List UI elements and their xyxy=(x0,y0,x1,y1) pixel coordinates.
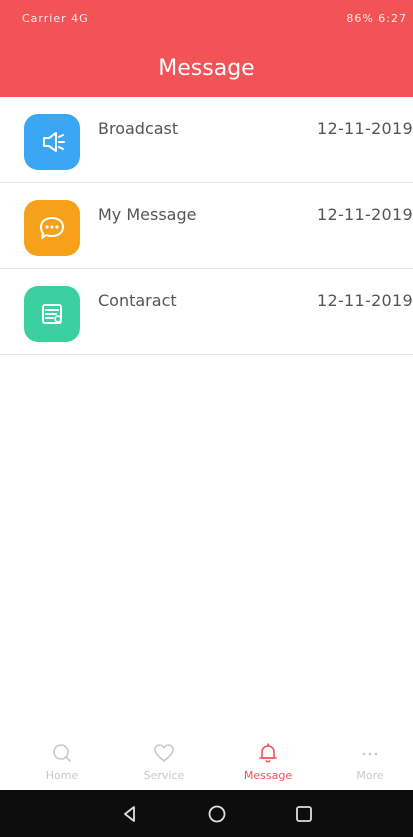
tab-message-label: Message xyxy=(243,769,293,782)
bell-icon xyxy=(259,743,277,763)
search-icon xyxy=(53,744,71,762)
list-item-date: 12-11-2019 xyxy=(317,205,413,224)
list-item-date: 12-11-2019 xyxy=(317,291,413,310)
recent-apps-icon[interactable] xyxy=(292,802,316,826)
system-nav-bar xyxy=(0,790,413,837)
list-item-label: Contaract xyxy=(98,291,177,310)
list-item-label: My Message xyxy=(98,205,197,224)
chat-bubble-icon xyxy=(24,200,80,256)
page-title: Message xyxy=(158,56,255,81)
list-item-my-message[interactable]: My Message 12-11-2019 xyxy=(0,183,413,269)
status-bar: Carrier 4G 86% 6:27 xyxy=(0,0,413,40)
tab-home-label: Home xyxy=(45,769,79,782)
tab-more-label: More xyxy=(356,769,384,782)
app-header: Carrier 4G 86% 6:27 Message xyxy=(0,0,413,97)
message-list: Broadcast 12-11-2019 My Message 12-11-20… xyxy=(0,97,413,355)
list-item-label: Broadcast xyxy=(98,119,179,138)
list-item-contract[interactable]: Contaract 12-11-2019 xyxy=(0,269,413,355)
back-icon[interactable] xyxy=(118,802,142,826)
tab-message[interactable]: Message xyxy=(228,735,308,790)
more-dots-icon xyxy=(362,752,378,756)
tab-home[interactable]: Home xyxy=(22,735,102,790)
list-item-broadcast[interactable]: Broadcast 12-11-2019 xyxy=(0,97,413,183)
status-bar-right: 86% 6:27 xyxy=(346,12,407,25)
status-bar-left: Carrier 4G xyxy=(22,12,89,25)
bottom-tab-bar: Home Service Message More xyxy=(0,735,413,790)
tab-more[interactable]: More xyxy=(330,735,410,790)
tab-service-label: Service xyxy=(143,769,185,782)
document-icon xyxy=(24,286,80,342)
tab-service[interactable]: Service xyxy=(124,735,204,790)
heart-icon xyxy=(154,744,174,762)
speaker-icon xyxy=(24,114,80,170)
home-circle-icon[interactable] xyxy=(205,802,229,826)
list-item-date: 12-11-2019 xyxy=(317,119,413,138)
